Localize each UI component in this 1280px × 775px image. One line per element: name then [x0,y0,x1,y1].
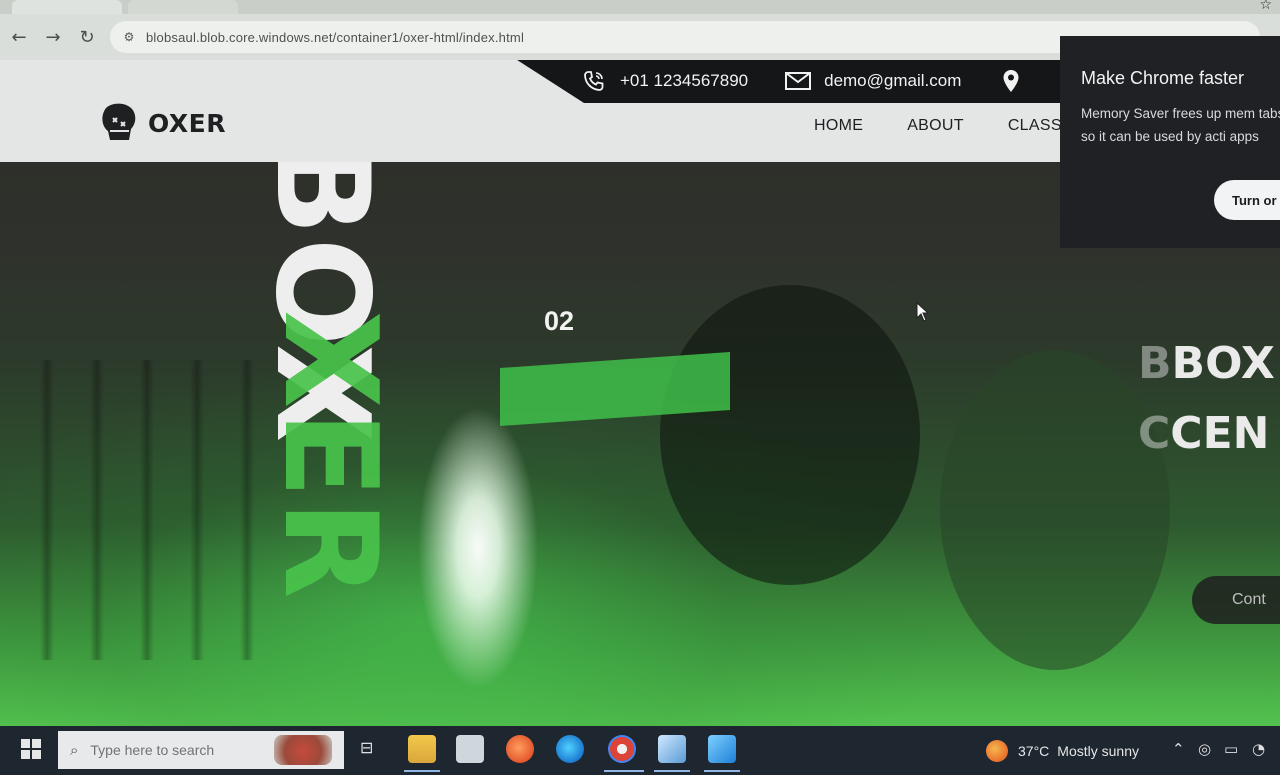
background-stripe [190,360,204,660]
search-icon: ⌕ [70,741,79,759]
windows-start-icon[interactable] [20,738,42,760]
bookmark-star-icon[interactable]: ☆ [1259,0,1272,13]
forward-button[interactable]: → [38,22,68,52]
arrow-right-icon: → [45,26,61,48]
contact-email-text: demo@gmail.com [824,70,962,90]
site-brand-name: OXER [148,108,226,138]
chevron-up-icon[interactable]: ⌃ [1172,740,1185,758]
system-tray: 37°C Mostly sunny [986,726,1139,775]
task-view-icon[interactable]: ⊟ [360,738,373,757]
site-settings-icon[interactable]: ⚙ [120,28,138,46]
weather-sun-icon[interactable] [986,739,1008,762]
photos-app-icon[interactable] [708,735,736,763]
active-app-indicator [654,770,690,772]
hero-heading-line-2: CCEN [1138,408,1269,459]
reload-button[interactable]: ↻ [72,22,102,52]
nav-home[interactable]: HOME [814,117,863,135]
browser-tab[interactable] [12,0,122,14]
microsoft-store-icon[interactable] [456,735,484,763]
contact-email[interactable]: demo@gmail.com [784,68,961,94]
taskbar-search-box[interactable]: ⌕ Type here to search [58,731,344,769]
firefox-icon[interactable] [506,735,534,763]
camera-icon[interactable]: ◎ [1198,740,1211,758]
envelope-icon [784,68,812,94]
windows-taskbar: ⌕ Type here to search ⊟ 37°C Mostly sunn… [0,726,1280,775]
background-stripe [90,360,104,660]
contact-phone[interactable]: +01 1234567890 [580,68,748,94]
background-stripe [40,360,54,660]
chrome-icon[interactable] [608,735,636,763]
popup-body: Memory Saver frees up mem tabs so it can… [1081,106,1280,144]
hero-heading-ghost-letter: C [1138,408,1171,459]
boxing-glove-logo-icon [102,103,136,140]
weather-condition[interactable]: Mostly sunny [1057,743,1139,759]
boxer-silhouette [660,285,920,585]
file-explorer-icon[interactable] [408,735,436,763]
hero-heading-ghost-letter: B [1138,338,1172,389]
phone-icon [580,68,608,94]
active-app-indicator [604,770,644,772]
nav-about[interactable]: ABOUT [907,117,964,135]
notes-app-icon[interactable] [658,735,686,763]
contact-location[interactable] [997,68,1037,94]
active-app-indicator [404,770,440,772]
hero-heading-text: BOX [1171,338,1275,389]
site-logo[interactable]: OXER [96,100,226,146]
screen: ☆ ← → ↻ ⚙ blobsaul.blob.core.windows.net… [0,0,1280,775]
weather-temperature[interactable]: 37°C [1018,743,1049,759]
hero-vertical-word-green: XER [255,310,404,601]
edge-icon[interactable] [556,735,584,763]
taskbar-search-placeholder: Type here to search [90,742,215,758]
turn-on-button[interactable]: Turn or [1214,180,1280,220]
address-bar-url: blobsaul.blob.core.windows.net/container… [146,29,525,45]
contact-phone-text: +01 1234567890 [620,70,749,90]
slide-number: 02 [544,306,575,336]
nav-class[interactable]: CLASS [1008,117,1062,135]
hero-heading-line-1: BBOX [1138,338,1275,389]
battery-icon[interactable]: ▭ [1224,740,1238,758]
browser-tab-strip: ☆ [0,0,1280,14]
browser-tab[interactable] [128,0,238,14]
arrow-left-icon: ← [11,26,27,48]
popup-title: Make Chrome faster [1081,68,1245,88]
wifi-icon[interactable]: ◔ [1252,740,1265,758]
mouse-cursor-icon [916,302,930,322]
search-highlight-image [274,735,332,765]
boxer-silhouette [940,350,1170,670]
background-stripe [140,360,154,660]
reload-icon: ↻ [79,26,95,48]
location-pin-icon [997,68,1025,94]
back-button[interactable]: ← [4,22,34,52]
hero-heading-text: CEN [1170,408,1270,459]
contact-us-button[interactable]: Cont [1192,576,1280,624]
active-app-indicator [704,770,740,772]
